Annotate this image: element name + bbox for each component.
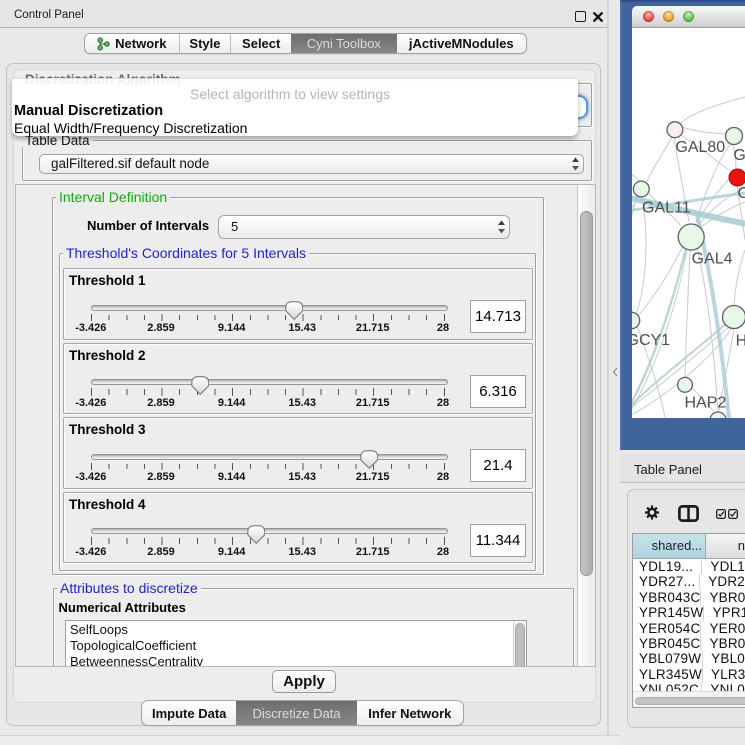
svg-text:HAP2: HAP2: [685, 395, 727, 412]
svg-text:GAL4: GAL4: [692, 251, 733, 268]
svg-text:GA: GA: [733, 147, 745, 164]
svg-text:GCY1: GCY1: [632, 332, 670, 349]
svg-text:H: H: [736, 333, 745, 350]
svg-text:GAL11: GAL11: [642, 200, 691, 217]
svg-text:GAL80: GAL80: [675, 139, 725, 156]
svg-text:C: C: [738, 185, 745, 202]
